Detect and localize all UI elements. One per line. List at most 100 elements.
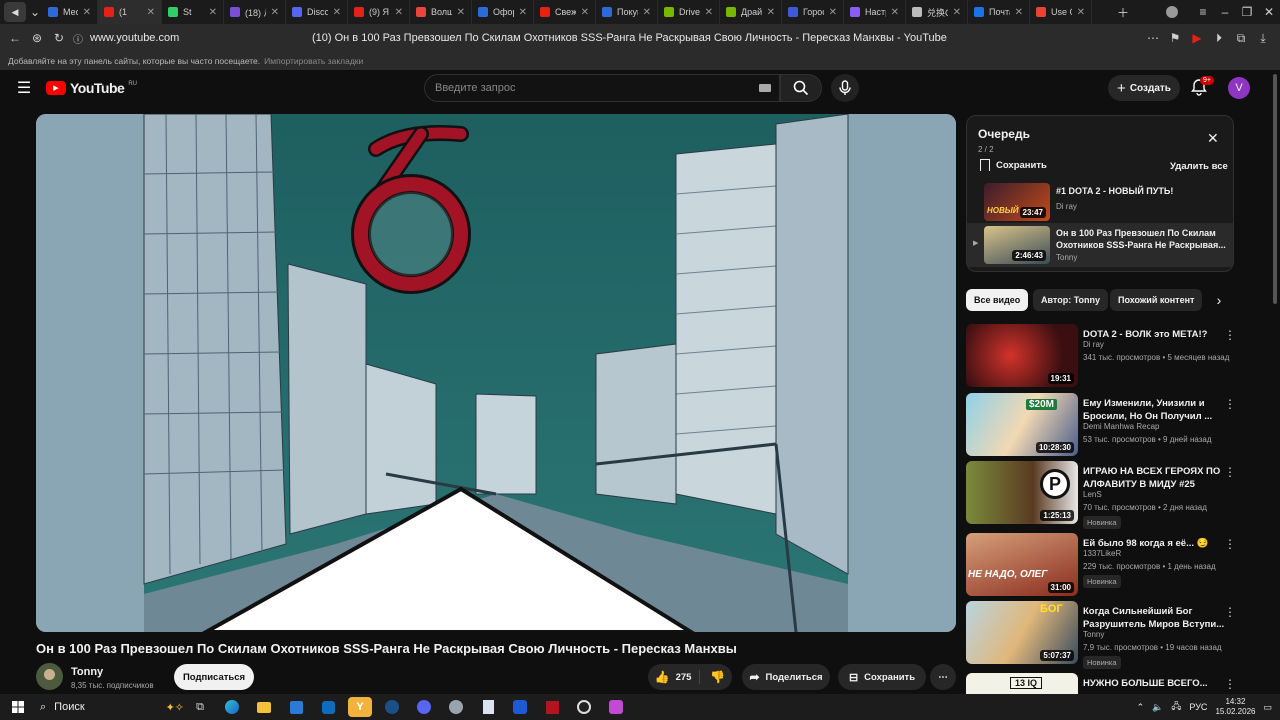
browser-tab[interactable]: Покупк ✕ — [596, 0, 658, 24]
browser-tab[interactable]: Use OT ✕ — [1030, 0, 1092, 24]
tab-close-icon[interactable]: ✕ — [333, 7, 341, 18]
yandex-browser-icon[interactable]: Y — [348, 697, 372, 717]
outlook-icon[interactable] — [316, 697, 340, 717]
browser-tab[interactable]: Driver R ✕ — [658, 0, 720, 24]
tab-close-icon[interactable]: ✕ — [271, 7, 279, 18]
queue-item[interactable]: НОВЫЙ 23:47 #1 DOTA 2 - НОВЫЙ ПУТЬ! Di r… — [967, 181, 1233, 223]
more-vert-icon[interactable]: ⋮ — [1224, 605, 1236, 619]
language-indicator[interactable]: РУС — [1189, 702, 1207, 712]
browser-tab[interactable]: Волшеб ✕ — [410, 0, 472, 24]
tray-chevron-icon[interactable]: ⌃ — [1137, 702, 1145, 713]
more-actions-button[interactable]: ⋯ — [930, 664, 956, 690]
scrollbar[interactable] — [1270, 70, 1280, 694]
browser-tab[interactable]: Свежие ✕ — [534, 0, 596, 24]
keyboard-icon[interactable] — [759, 84, 771, 92]
like-button[interactable]: 👍 275 — [655, 670, 701, 684]
more-vert-icon[interactable]: ⋮ — [1224, 328, 1236, 342]
site-info-icon[interactable]: ⓘ — [70, 27, 86, 49]
windows-start-icon[interactable] — [6, 697, 30, 717]
taskbar-search[interactable]: ⌕ Поиск ✦✧ — [34, 697, 184, 717]
chip-author[interactable]: Автор: Tonny — [1033, 289, 1109, 311]
clock[interactable]: 14:32 15.02.2026 — [1215, 697, 1255, 717]
minimize-icon[interactable]: – — [1214, 1, 1236, 23]
tab-close-icon[interactable]: ✕ — [519, 7, 527, 18]
more-vert-icon[interactable]: ⋮ — [1224, 677, 1236, 691]
tab-close-icon[interactable]: ✕ — [395, 7, 403, 18]
browser-tab[interactable]: (9) Я сп ✕ — [348, 0, 410, 24]
search-button[interactable] — [780, 74, 822, 102]
create-button[interactable]: + Создать — [1108, 75, 1180, 101]
tab-close-icon[interactable]: ✕ — [1015, 7, 1023, 18]
restore-icon[interactable]: ❐ — [1236, 1, 1258, 23]
avatar[interactable]: V — [1228, 77, 1250, 99]
chips-next-button[interactable]: › — [1208, 289, 1230, 311]
youtube-ext-icon[interactable]: ▶ — [1186, 27, 1208, 49]
queue-delete-all-button[interactable]: Удалить все — [1170, 161, 1228, 172]
tab-close-icon[interactable]: ✕ — [1077, 7, 1085, 18]
queue-save-button[interactable]: Сохранить — [980, 159, 1047, 171]
app-icon[interactable] — [444, 697, 468, 717]
browser-tab[interactable]: Оформ ✕ — [472, 0, 534, 24]
recommendation-item[interactable]: 13 IQ НУЖНО БОЛЬШЕ ВСЕГО... ⋮ — [966, 673, 1266, 694]
menu-icon[interactable]: ≡ — [1192, 1, 1214, 23]
xbox-icon[interactable] — [508, 697, 532, 717]
subscribe-button[interactable]: Подписаться — [174, 664, 254, 690]
notifications-button[interactable]: 9+ — [1190, 76, 1214, 100]
channel-avatar[interactable] — [36, 663, 63, 690]
network-icon[interactable]: 🖧 — [1171, 699, 1181, 715]
queue-close-button[interactable]: ✕ — [1207, 130, 1219, 147]
chip-related[interactable]: Похожий контент — [1110, 289, 1202, 311]
store-icon[interactable] — [284, 697, 308, 717]
more-icon[interactable]: ⋯ — [1142, 27, 1164, 49]
bookmark-icon[interactable]: ⚑ — [1164, 27, 1186, 49]
browser-tab[interactable]: 兑换CK ✕ — [906, 0, 968, 24]
recommendation-item[interactable]: БОГ 5:07:37 Когда Сильнейший Бог Разруши… — [966, 601, 1266, 669]
dislike-button[interactable]: 👎 — [706, 670, 725, 684]
browser-tab[interactable]: (1 ✕ — [98, 0, 162, 24]
tab-close-icon[interactable]: ✕ — [581, 7, 589, 18]
tab-close-icon[interactable]: ✕ — [891, 7, 899, 18]
more-vert-icon[interactable]: ⋮ — [1224, 465, 1236, 479]
scrollbar-thumb[interactable] — [1273, 74, 1277, 304]
browser-tab[interactable]: Драйве ✕ — [720, 0, 782, 24]
search-input[interactable]: Введите запрос — [424, 74, 780, 102]
back-icon[interactable]: ← — [4, 27, 26, 49]
edge-icon[interactable] — [220, 697, 244, 717]
tab-close-icon[interactable]: ✕ — [147, 7, 155, 18]
recommendation-item[interactable]: НЕ НАДО, ОЛЕГ 31:00 Ей было 98 когда я е… — [966, 533, 1266, 597]
tab-close-icon[interactable]: ✕ — [953, 7, 961, 18]
chip-all-videos[interactable]: Все видео — [966, 289, 1029, 311]
obs-icon[interactable] — [572, 697, 596, 717]
browser-tab[interactable]: St ✕ — [162, 0, 224, 24]
speaker-tray-icon[interactable]: 🔈 — [1152, 702, 1163, 713]
profile-icon[interactable] — [1166, 6, 1178, 18]
browser-tab[interactable]: Настро ✕ — [844, 0, 906, 24]
new-tab-icon[interactable]: ＋ — [1112, 1, 1134, 23]
chevron-down-icon[interactable]: ⌄ — [28, 1, 42, 23]
tab-close-icon[interactable]: ✕ — [767, 7, 775, 18]
discord-icon[interactable] — [412, 697, 436, 717]
share-button[interactable]: ➦ Поделиться — [742, 664, 830, 690]
dota-icon[interactable] — [540, 697, 564, 717]
hamburger-menu-icon[interactable]: ☰ — [13, 77, 35, 99]
recommendation-item[interactable]: 19:31 DOTA 2 - ВОЛК это МЕТА!? Di ray 34… — [966, 324, 1266, 388]
tab-close-icon[interactable]: ✕ — [457, 7, 465, 18]
youtube-logo[interactable]: ▶ YouTube RU — [46, 80, 137, 96]
tab-close-icon[interactable]: ✕ — [829, 7, 837, 18]
queue-item-current[interactable]: ▶ 2:46:43 Он в 100 Раз Превзошел По Скил… — [967, 223, 1233, 267]
tab-close-icon[interactable]: ✕ — [209, 7, 217, 18]
close-icon[interactable]: ✕ — [1258, 1, 1280, 23]
browser-tab[interactable]: Почта ✕ — [968, 0, 1030, 24]
media-icon[interactable]: ⏵ — [1208, 27, 1230, 49]
browser-tab[interactable]: Гороско ✕ — [782, 0, 844, 24]
recommendation-item[interactable]: $20M 10:28:30 Ему Изменили, Унизили и Бр… — [966, 393, 1266, 457]
notification-center-icon[interactable]: ▭ — [1263, 702, 1272, 713]
browser-tab[interactable]: Discord ✕ — [286, 0, 348, 24]
tab-close-icon[interactable]: ✕ — [83, 7, 91, 18]
save-button[interactable]: ⊟ Сохранить — [838, 664, 926, 690]
collections-icon[interactable]: ⧉ — [1230, 27, 1252, 49]
tab-close-icon[interactable]: ✕ — [643, 7, 651, 18]
tabs-menu-button[interactable]: ◀ — [4, 2, 26, 22]
more-vert-icon[interactable]: ⋮ — [1224, 397, 1236, 411]
steam-icon[interactable] — [380, 697, 404, 717]
